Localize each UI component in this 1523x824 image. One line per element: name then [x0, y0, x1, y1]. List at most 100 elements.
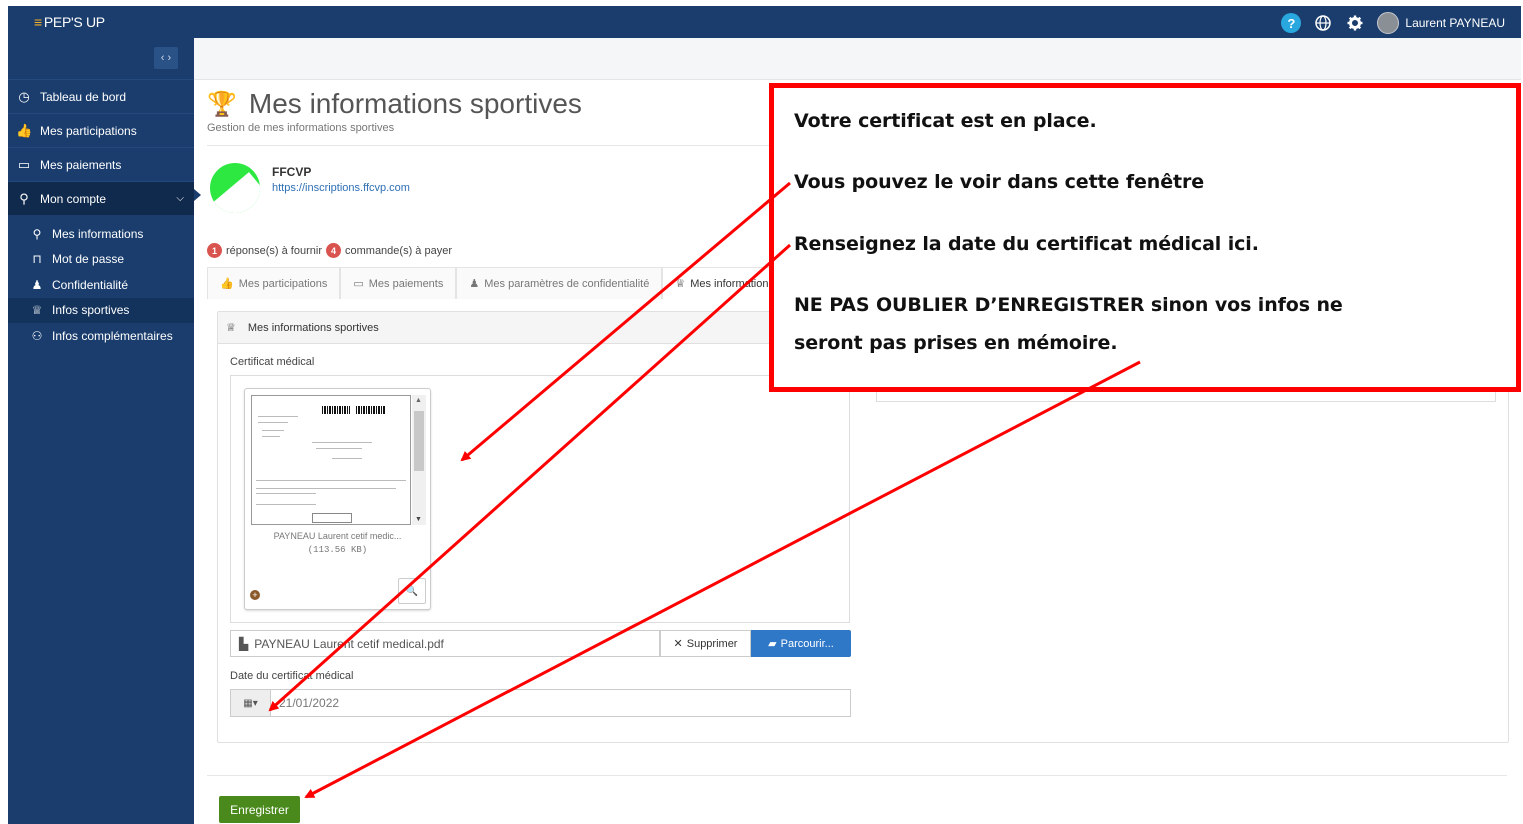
- text-line: [262, 436, 280, 437]
- top-icons: ? Laurent PAYNEAU: [1281, 12, 1505, 34]
- tab-label: Mes participations: [238, 277, 328, 290]
- page-title-text: Mes informations sportives: [248, 88, 582, 119]
- sidebar-nav: ◷ Tableau de bord 👍 Mes participations ▭…: [8, 79, 194, 349]
- scroll-up-icon[interactable]: ▲: [415, 397, 422, 404]
- organization-link[interactable]: https://inscriptions.ffcvp.com: [272, 182, 410, 194]
- trophy-icon: ♕: [675, 278, 686, 290]
- divider: [207, 775, 1507, 776]
- sidebar-item-mot-de-passe[interactable]: ⊓ Mot de passe: [8, 247, 194, 273]
- sidebar-item-label: Mes participations: [40, 123, 137, 138]
- text-line: [332, 458, 362, 459]
- sidebar-item-label: Mot de passe: [52, 252, 125, 267]
- delete-button[interactable]: ✕ Supprimer: [660, 630, 751, 657]
- gear-icon[interactable]: [1345, 13, 1365, 33]
- organization-logo: [210, 163, 260, 213]
- trophy-icon: ♕: [31, 303, 43, 318]
- sidebar-item-confidentialite[interactable]: ♟ Confidentialité: [8, 272, 194, 298]
- certificate-preview[interactable]: [251, 395, 411, 525]
- text-line: [256, 504, 316, 505]
- page-title: 🏆 Mes informations sportives: [207, 88, 582, 120]
- trophy-icon: ♕: [226, 322, 236, 334]
- text-line: [258, 422, 288, 423]
- text-line: [258, 416, 298, 417]
- close-icon: ✕: [673, 638, 683, 650]
- signature-stamp: [312, 513, 352, 523]
- sidebar-pointer-icon: [194, 189, 201, 201]
- preview-scrollbar[interactable]: ▲ ▼: [412, 395, 426, 525]
- sidebar-item-label: Mes informations: [52, 226, 144, 241]
- spy-icon: ♟: [469, 278, 480, 290]
- status-badges: 1 réponse(s) à fournir 4 commande(s) à p…: [207, 243, 452, 258]
- file-input-value: PAYNEAU Laurent cetif medical.pdf: [254, 636, 444, 651]
- delete-label: Supprimer: [686, 637, 738, 650]
- thumbs-up-icon: 👍: [220, 278, 234, 290]
- sidebar-item-label: Mon compte: [40, 191, 107, 206]
- file-input[interactable]: ▙ PAYNEAU Laurent cetif medical.pdf: [230, 630, 660, 657]
- browse-button[interactable]: ▰ Parcourir...: [751, 630, 851, 657]
- organization-name: FFCVP: [272, 165, 312, 179]
- responses-count-badge[interactable]: 1: [207, 243, 222, 258]
- save-button[interactable]: Enregistrer: [219, 796, 300, 823]
- dashboard-icon: ◷: [18, 88, 30, 104]
- annotation-callout: Votre certificat est en place. Vous pouv…: [769, 83, 1521, 392]
- sidebar-item-mes-paiements[interactable]: ▭ Mes paiements: [8, 147, 194, 181]
- date-label: Date du certificat médical: [230, 670, 354, 682]
- users-icon: ⚇: [31, 328, 43, 343]
- help-icon[interactable]: ?: [1281, 13, 1302, 33]
- chevron-down-icon: ⌵: [176, 193, 184, 204]
- sidebar-submenu: ⚲ Mes informations ⊓ Mot de passe ♟ Conf…: [8, 215, 194, 349]
- add-icon[interactable]: +: [250, 590, 260, 600]
- sidebar-item-infos-sportives[interactable]: ♕ Infos sportives: [8, 297, 194, 323]
- file-icon: ▙: [239, 636, 249, 651]
- tab-label: Mes paramètres de confidentialité: [484, 277, 650, 290]
- barcode-graphic: [356, 406, 386, 414]
- folder-icon: ▰: [768, 638, 777, 650]
- browse-label: Parcourir...: [780, 637, 834, 650]
- text-line: [256, 488, 396, 489]
- sidebar-item-label: Mes paiements: [40, 157, 122, 172]
- user-name: Laurent PAYNEAU: [1405, 16, 1505, 30]
- sidebar-item-tableau-de-bord[interactable]: ◷ Tableau de bord: [8, 79, 194, 113]
- sidebar-item-mes-participations[interactable]: 👍 Mes participations: [8, 113, 194, 147]
- sidebar-item-infos-complementaires[interactable]: ⚇ Infos complémentaires: [8, 323, 194, 349]
- spy-icon: ♟: [31, 277, 43, 292]
- sidebar-collapse-button[interactable]: ‹ ›: [154, 47, 178, 69]
- globe-icon[interactable]: [1313, 13, 1333, 33]
- annotation-line-2: Vous pouvez le voir dans cette fenêtre: [794, 171, 1205, 193]
- scroll-down-icon[interactable]: ▼: [415, 516, 422, 523]
- user-icon: ⚲: [19, 190, 29, 206]
- tab-mes-participations[interactable]: 👍 Mes participations: [207, 267, 341, 299]
- text-line: [256, 480, 406, 481]
- annotation-line-3: Renseignez la date du certificat médical…: [794, 233, 1259, 255]
- user-icon: ⚲: [32, 226, 42, 241]
- zoom-icon: 🔍: [405, 585, 419, 597]
- header-band: [194, 38, 1521, 80]
- lock-icon: ⊓: [32, 252, 42, 267]
- credit-card-icon: ▭: [17, 156, 31, 172]
- scrollbar-thumb[interactable]: [414, 411, 424, 471]
- text-line: [262, 430, 284, 431]
- tab-mes-paiements[interactable]: ▭ Mes paiements: [340, 267, 457, 299]
- barcode-graphic: [322, 406, 350, 414]
- trophy-icon: 🏆: [207, 90, 237, 118]
- calendar-icon: ▦▾: [243, 697, 258, 709]
- sidebar-item-mon-compte[interactable]: ⚲ Mon compte ⌵: [8, 181, 194, 215]
- credit-card-icon: ▭: [353, 278, 364, 290]
- calendar-dropdown-button[interactable]: ▦▾: [231, 690, 271, 716]
- orders-label[interactable]: commande(s) à payer: [345, 245, 452, 257]
- responses-label[interactable]: réponse(s) à fournir: [226, 245, 322, 257]
- tab-confidentialite[interactable]: ♟ Mes paramètres de confidentialité: [456, 267, 663, 299]
- orders-count-badge[interactable]: 4: [326, 243, 341, 258]
- panel-title: Mes informations sportives: [247, 321, 379, 334]
- sidebar: ‹ › ◷ Tableau de bord 👍 Mes participatio…: [8, 38, 194, 824]
- date-input[interactable]: 21/01/2022: [271, 690, 339, 716]
- top-bar: ≡ PEP'S UP ? Laurent PAYNEAU: [8, 6, 1521, 38]
- user-menu[interactable]: Laurent PAYNEAU: [1377, 12, 1505, 34]
- sidebar-item-label: Tableau de bord: [40, 89, 127, 104]
- app-logo[interactable]: ≡ PEP'S UP: [34, 14, 105, 30]
- zoom-button[interactable]: 🔍: [398, 578, 426, 604]
- text-line: [316, 448, 362, 449]
- annotation-line-1: Votre certificat est en place.: [794, 110, 1097, 132]
- sidebar-item-mes-informations[interactable]: ⚲ Mes informations: [8, 221, 194, 247]
- text-line: [256, 493, 316, 494]
